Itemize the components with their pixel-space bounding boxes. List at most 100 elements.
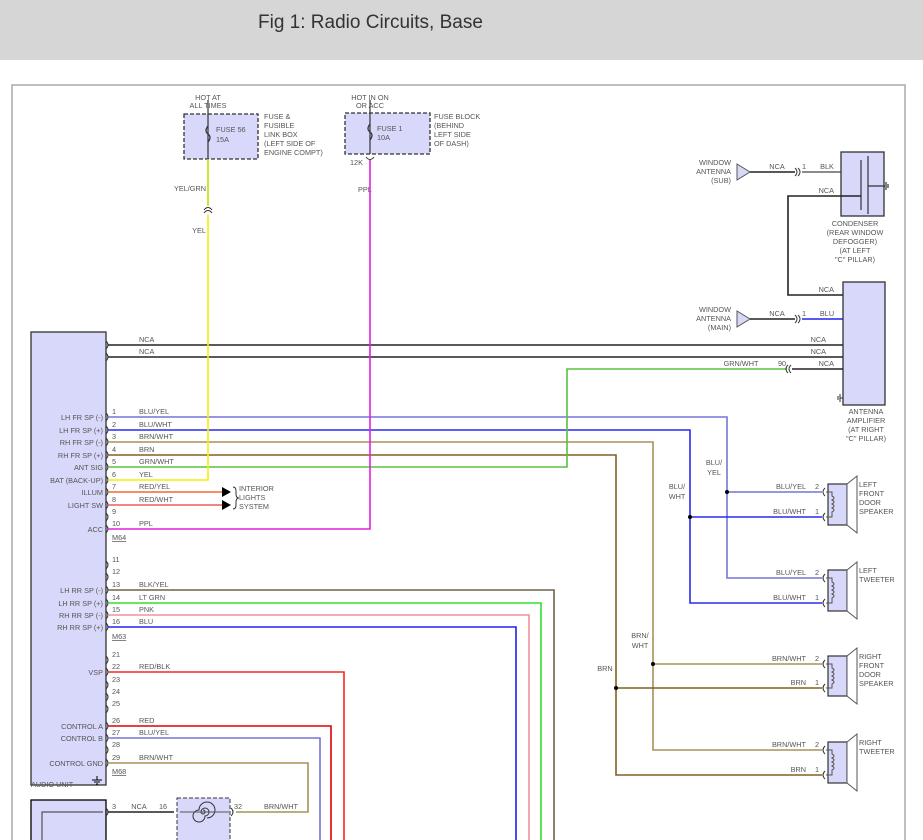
speaker-label: DOOR bbox=[859, 670, 881, 679]
antenna-amplifier-box bbox=[842, 281, 886, 406]
pin-function-label: RH RR SP (+) bbox=[57, 623, 103, 632]
pin-function-label: CONTROL GND bbox=[49, 759, 103, 768]
fuse-1-location: OF DASH) bbox=[434, 139, 469, 148]
pin-function-label: BAT (BACK-UP) bbox=[50, 476, 103, 485]
pin-number: 29 bbox=[112, 753, 120, 762]
connector-terminal bbox=[794, 314, 798, 324]
connector-terminal bbox=[822, 598, 826, 608]
wire-label: NCA bbox=[769, 309, 785, 318]
wire-label: NCA bbox=[131, 802, 147, 811]
fuse-56-location: FUSIBLE bbox=[264, 121, 295, 130]
pin-number: 14 bbox=[112, 593, 120, 602]
wire-label-yel-grn: YEL/GRN bbox=[174, 184, 206, 193]
wire-label-yel: YEL bbox=[192, 226, 206, 235]
wire-label: BLU/WHT bbox=[773, 593, 806, 602]
pin-number: 24 bbox=[112, 687, 120, 696]
condenser-label: DEFOGGER) bbox=[833, 237, 877, 246]
wire-label: RED bbox=[139, 716, 154, 725]
condenser-label: CONDENSER bbox=[832, 219, 879, 228]
pin-number: 1 bbox=[802, 309, 806, 318]
wire-label: YEL bbox=[139, 470, 153, 479]
splice-junction bbox=[688, 515, 692, 519]
speaker-pin-number: 2 bbox=[815, 654, 819, 663]
wire-label: BLU/YEL bbox=[776, 568, 806, 577]
connector-terminal bbox=[822, 683, 826, 693]
fuse-56-name: FUSE 56 bbox=[216, 125, 246, 134]
fuse-56-hot-label: ALL TIMES bbox=[190, 101, 227, 110]
pin-function-label: LIGHT SW bbox=[68, 501, 103, 510]
pin-number: 25 bbox=[112, 699, 120, 708]
pin-number: 11 bbox=[112, 555, 120, 564]
wire-label: BLU/YEL bbox=[776, 482, 806, 491]
speaker-label: SPEAKER bbox=[859, 507, 893, 516]
speaker-label: LEFT bbox=[859, 566, 877, 575]
pin-number: 1 bbox=[112, 407, 116, 416]
interior-lights-label: LIGHTS bbox=[239, 493, 265, 502]
splice-junction bbox=[651, 662, 655, 666]
antenna-label: (SUB) bbox=[711, 176, 731, 185]
wire-label: BLU/YEL bbox=[139, 407, 169, 416]
junction-label: YEL bbox=[707, 468, 721, 477]
connector-terminal bbox=[230, 807, 234, 817]
wire-label-nca: NCA bbox=[139, 335, 155, 344]
wire-label: BRN bbox=[791, 765, 806, 774]
connector-id: M68 bbox=[112, 767, 126, 776]
antenna-label: WINDOW bbox=[699, 158, 731, 167]
pin-number: 9 bbox=[112, 507, 116, 516]
speaker-body bbox=[827, 655, 848, 697]
wire-label: BLK bbox=[820, 162, 834, 171]
wire-label: BLU/YEL bbox=[139, 728, 169, 737]
wire-pnk bbox=[108, 614, 530, 840]
speaker-cone-icon bbox=[846, 560, 858, 621]
pin-number: 2 bbox=[112, 420, 116, 429]
speaker-cone-icon bbox=[846, 732, 858, 793]
pin-function-label: LH RR SP (-) bbox=[60, 586, 103, 595]
junction-label: BRN bbox=[597, 664, 612, 673]
wire-blu bbox=[108, 626, 517, 840]
wire-label: GRN/WHT bbox=[724, 359, 759, 368]
connector-terminal bbox=[822, 659, 826, 669]
audio-unit-label: AUDIO UNIT bbox=[31, 780, 74, 789]
pin-number: 12 bbox=[112, 567, 120, 576]
wire-label: BLK/YEL bbox=[139, 580, 169, 589]
speaker-label: RIGHT bbox=[859, 652, 882, 661]
fuse-56-location: (LEFT SIDE OF bbox=[264, 139, 316, 148]
wire-label: BLU bbox=[139, 617, 153, 626]
wire-label: RED/YEL bbox=[139, 482, 170, 491]
pin-number: 27 bbox=[112, 728, 120, 737]
speaker-label: TWEETER bbox=[859, 575, 895, 584]
speaker-1 bbox=[826, 560, 858, 621]
amplifier-label: ANTENNA bbox=[849, 407, 884, 416]
wire-label-nca: NCA bbox=[811, 347, 827, 356]
wire-label: RED/BLK bbox=[139, 662, 170, 671]
speaker-pin-number: 1 bbox=[815, 507, 819, 516]
inline-connector bbox=[203, 207, 213, 214]
connector-number: 90 bbox=[778, 359, 786, 368]
pin-function-label: CONTROL A bbox=[61, 722, 103, 731]
junction-label: WHT bbox=[632, 641, 649, 650]
fuse-1-location: (BEHIND bbox=[434, 121, 464, 130]
connector-terminal bbox=[822, 573, 826, 583]
pin-function-label: VSP bbox=[88, 668, 103, 677]
figure-title: Fig 1: Radio Circuits, Base bbox=[258, 12, 483, 33]
connector-terminal bbox=[822, 770, 826, 780]
speaker-3 bbox=[826, 732, 858, 793]
speaker-pin-number: 2 bbox=[815, 482, 819, 491]
pin-number: 3 bbox=[112, 432, 116, 441]
pin-number: 4 bbox=[112, 445, 116, 454]
speaker-label: TWEETER bbox=[859, 747, 895, 756]
speaker-body bbox=[827, 741, 848, 784]
amplifier-label: "C" PILLAR) bbox=[846, 434, 886, 443]
wire-label: RED/WHT bbox=[139, 495, 174, 504]
wiring-diagram: HOT ATALL TIMESFUSE 5615AFUSE &FUSIBLELI… bbox=[11, 84, 906, 840]
connector-label-12k: 12K bbox=[350, 158, 363, 167]
speaker-pin-number: 1 bbox=[815, 593, 819, 602]
connector-number: 16 bbox=[159, 802, 167, 811]
junction-label: BRN/ bbox=[631, 631, 649, 640]
wire-label: NCA bbox=[819, 359, 835, 368]
pin-number: 15 bbox=[112, 605, 120, 614]
splice-junction bbox=[614, 686, 618, 690]
antenna-label: ANTENNA bbox=[696, 314, 731, 323]
condenser-box bbox=[840, 151, 885, 217]
wire-blu-yel bbox=[108, 416, 822, 579]
